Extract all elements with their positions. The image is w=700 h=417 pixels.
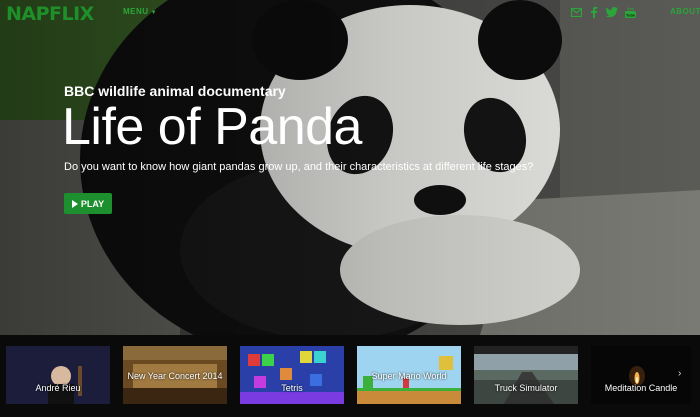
top-nav: NAPFLIX MENU ▼ You Tube ABOUT <box>0 0 700 28</box>
hero-description: Do you want to know how giant pandas gro… <box>64 161 534 173</box>
napflix-logo[interactable]: NAPFLIX <box>6 3 94 25</box>
candle-thumbnail <box>591 346 691 404</box>
tetris-thumbnail <box>240 346 344 404</box>
andre-rieu-thumbnail <box>6 346 110 404</box>
truck-simulator-thumbnail <box>474 346 578 404</box>
carousel-item-label: Truck Simulator <box>494 383 558 393</box>
menu-button[interactable]: MENU ▼ <box>123 7 157 16</box>
chevron-right-icon[interactable]: › <box>678 368 681 379</box>
about-link[interactable]: ABOUT <box>670 7 700 16</box>
carousel-item-label: Tetris <box>281 383 303 393</box>
facebook-icon[interactable] <box>588 6 600 18</box>
carousel-item[interactable]: Truck Simulator <box>474 346 578 404</box>
carousel-item[interactable]: André Rieu <box>6 346 110 404</box>
caret-down-icon: ▼ <box>150 10 158 16</box>
twitter-icon[interactable] <box>606 6 618 18</box>
social-links: You Tube <box>570 4 636 20</box>
carousel-item[interactable]: Tetris <box>240 346 344 404</box>
youtube-icon[interactable]: You Tube <box>624 6 636 18</box>
carousel-item-label: André Rieu <box>35 383 81 393</box>
play-button[interactable]: PLAY <box>64 193 112 214</box>
mail-icon[interactable] <box>570 6 582 18</box>
play-icon <box>71 199 78 208</box>
play-label: PLAY <box>80 198 105 209</box>
carousel-item-label: Meditation Candle <box>604 383 678 393</box>
svg-text:Tube: Tube <box>625 13 635 18</box>
carousel-item[interactable]: Super Mario World <box>357 346 461 404</box>
carousel-item-label: Super Mario World <box>371 371 447 381</box>
menu-label: MENU <box>123 7 149 16</box>
carousel-item-label: New Year Concert 2014 <box>127 371 223 381</box>
carousel-item[interactable]: Meditation Candle <box>591 346 691 404</box>
hero-title: Life of Panda <box>62 98 362 156</box>
carousel-item[interactable]: New Year Concert 2014 <box>123 346 227 404</box>
svg-text:You: You <box>626 6 634 11</box>
